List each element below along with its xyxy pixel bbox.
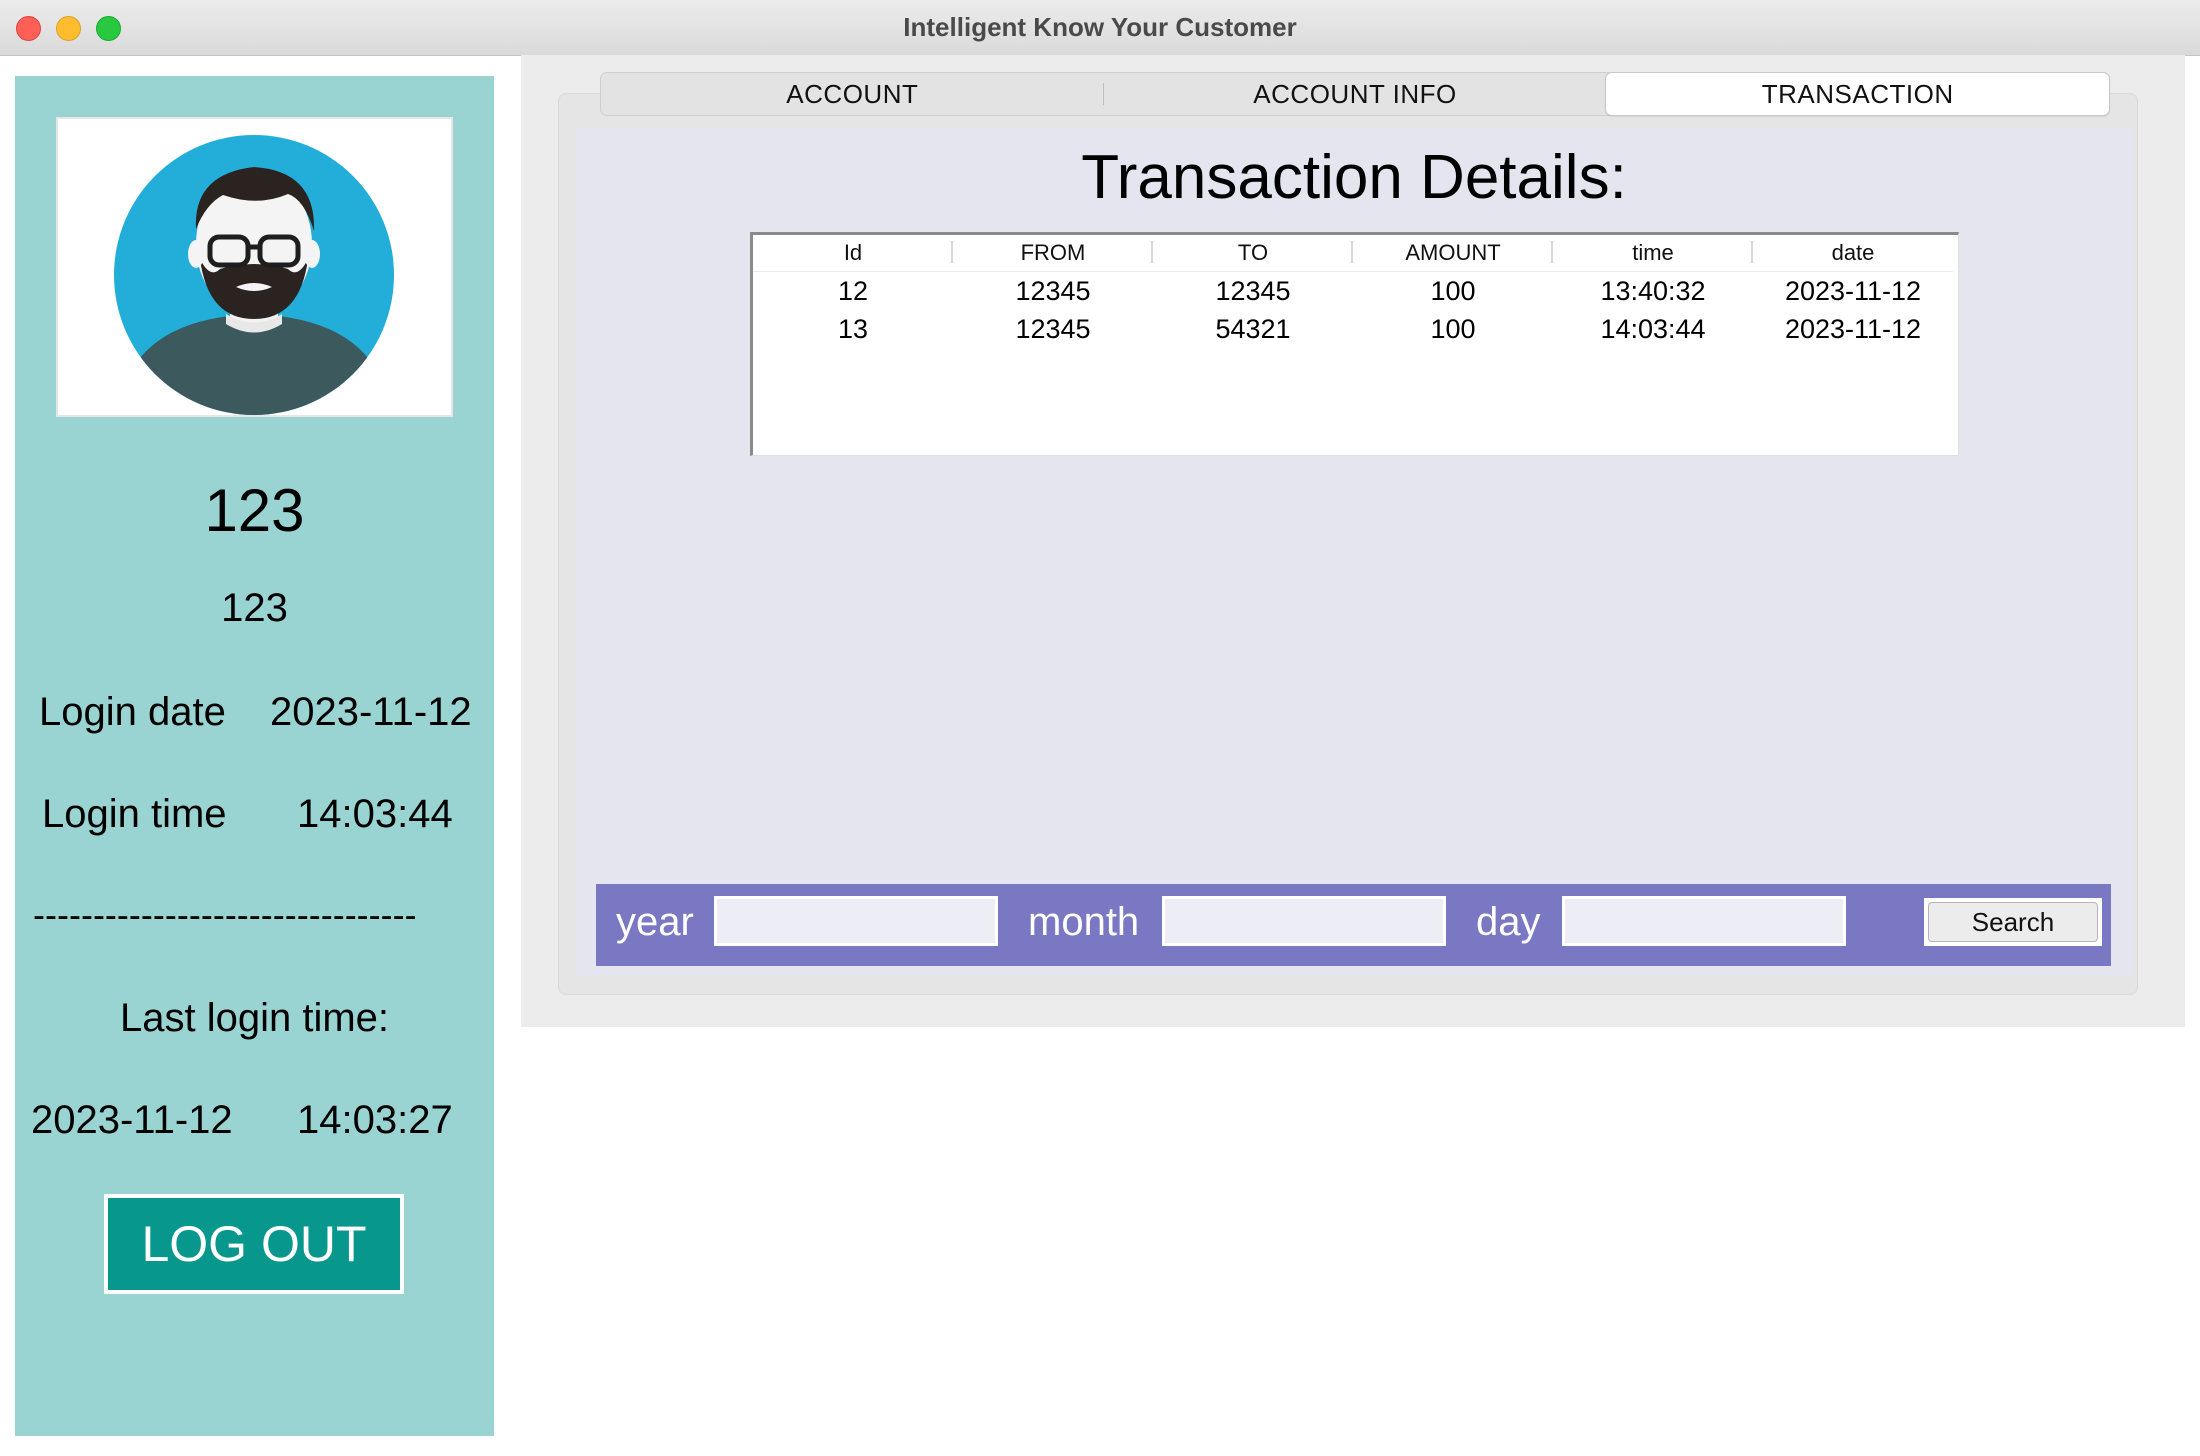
avatar: [56, 117, 453, 417]
table-cell: 12: [837, 275, 869, 306]
table-cell: 2023-11-12: [1784, 275, 1922, 306]
table-cell: 2023-11-12: [1784, 313, 1922, 344]
last-login-label: Last login time:: [119, 996, 390, 1040]
account-number: 123: [204, 477, 305, 544]
year-input[interactable]: [714, 896, 998, 946]
column-header-date[interactable]: date: [1753, 235, 1953, 272]
table-cell: 12345: [1015, 313, 1091, 344]
day-label: day: [1476, 900, 1541, 944]
search-button[interactable]: Search: [1924, 898, 2102, 946]
window-titlebar: Intelligent Know Your Customer: [0, 0, 2200, 56]
username: 123: [221, 586, 288, 630]
table-row[interactable]: 13 12345 54321 100 14:03:44 2023-11-12: [753, 310, 1953, 348]
table-cell: 13: [837, 313, 869, 344]
last-login-date: 2023-11-12: [31, 1098, 233, 1142]
login-time-label: Login time: [42, 792, 227, 836]
column-header-from[interactable]: FROM: [953, 235, 1153, 272]
table-cell: 12345: [1215, 275, 1291, 306]
month-input[interactable]: [1162, 896, 1446, 946]
user-sidebar: 123 123 Login date 2023-11-12 Login time…: [15, 76, 494, 1436]
column-header-time[interactable]: time: [1553, 235, 1753, 272]
tab-account-info-label: ACCOUNT INFO: [1253, 78, 1457, 109]
page-title: Transaction Details:: [1081, 143, 1627, 212]
login-date-label: Login date: [39, 690, 226, 734]
table-cell: 12345: [1015, 275, 1091, 306]
login-date-value: 2023-11-12: [270, 690, 472, 734]
year-label: year: [616, 900, 694, 944]
search-button-label: Search: [1928, 902, 2098, 942]
tab-account[interactable]: ACCOUNT: [601, 73, 1104, 115]
column-header-to[interactable]: TO: [1153, 235, 1353, 272]
window-title: Intelligent Know Your Customer: [903, 12, 1297, 42]
login-time-value: 14:03:44: [297, 792, 453, 836]
day-input[interactable]: [1562, 896, 1846, 946]
table-cell: 14:03:44: [1600, 313, 1706, 344]
table-row[interactable]: 12 12345 12345 100 13:40:32 2023-11-12: [753, 272, 1953, 311]
tab-account-label: ACCOUNT: [786, 78, 919, 109]
column-header-id[interactable]: Id: [753, 235, 953, 272]
transaction-table[interactable]: Id FROM TO AMOUNT time date 12 12345 123…: [750, 232, 1959, 456]
table-cell: 100: [1430, 275, 1476, 306]
date-search-bar: year month day Search: [596, 884, 2111, 966]
logout-button-label: LOG OUT: [108, 1198, 400, 1290]
tab-account-info[interactable]: ACCOUNT INFO: [1104, 73, 1607, 115]
last-login-time: 14:03:27: [297, 1098, 453, 1142]
table-cell: 54321: [1215, 313, 1291, 344]
month-label: month: [1028, 900, 1140, 944]
user-avatar-icon: [114, 135, 394, 415]
sidebar-divider: --------------------------------: [33, 894, 417, 935]
table-header-row: Id FROM TO AMOUNT time date: [753, 235, 1953, 272]
table-cell: 100: [1430, 313, 1476, 344]
column-header-amount[interactable]: AMOUNT: [1353, 235, 1553, 272]
tab-bar: ACCOUNT ACCOUNT INFO TRANSACTION: [600, 72, 2110, 116]
table-cell: 13:40:32: [1600, 275, 1706, 306]
tab-transaction[interactable]: TRANSACTION: [1606, 73, 2110, 115]
tab-transaction-label: TRANSACTION: [1761, 78, 1954, 109]
logout-button[interactable]: LOG OUT: [104, 1194, 404, 1294]
